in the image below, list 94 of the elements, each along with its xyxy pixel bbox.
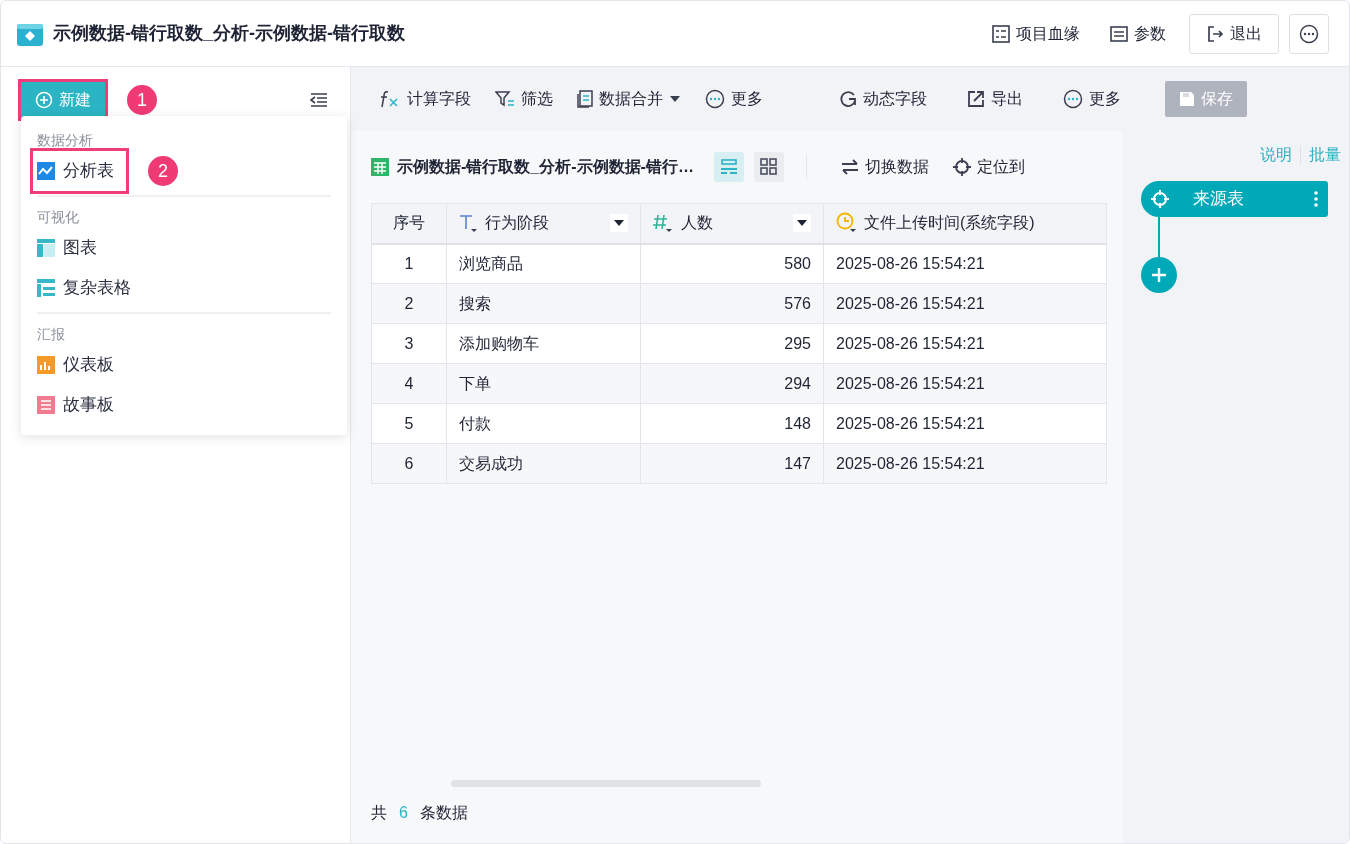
table-cell: 576 xyxy=(640,283,824,324)
dropdown-button[interactable] xyxy=(793,214,811,233)
spreadsheet-icon xyxy=(371,158,389,176)
grid-icon xyxy=(759,158,778,176)
menu-item[interactable]: 图表 xyxy=(37,228,97,268)
view-toggle[interactable] xyxy=(753,152,784,182)
table-cell: 2025-08-26 15:54:21 xyxy=(823,323,1107,364)
header-button[interactable]: 项目血缘 xyxy=(977,13,1095,54)
document-icon xyxy=(37,396,55,414)
add-node-button[interactable] xyxy=(1141,257,1177,293)
table-icon xyxy=(37,279,55,297)
table-cell: 5 xyxy=(371,403,447,444)
table-cell: 浏览商品 xyxy=(446,243,641,284)
table-cell: 交易成功 xyxy=(446,443,641,484)
total-label: 条数据 xyxy=(419,803,468,823)
dataset-title: 示例数据-错行取数_分析-示例数据-错行… xyxy=(397,157,694,177)
table-cell: 2 xyxy=(371,283,447,324)
more-button[interactable] xyxy=(1289,13,1329,54)
kebab-icon xyxy=(1314,191,1318,207)
column-header: 行为阶段 xyxy=(485,213,549,234)
toolbar-button[interactable]: 动态字段 xyxy=(827,87,939,111)
table-cell: 2025-08-26 15:54:21 xyxy=(823,243,1107,284)
caret-icon xyxy=(614,220,624,227)
function-icon xyxy=(379,90,401,108)
number-type-icon xyxy=(653,213,675,234)
more-icon xyxy=(1299,23,1319,44)
step-number-marker: 2 xyxy=(148,156,178,186)
total-count: 6 xyxy=(399,803,408,823)
toolbar-button[interactable]: 筛选 xyxy=(483,87,565,111)
table-cell: 6 xyxy=(371,443,447,484)
table-cell: 添加购物车 xyxy=(446,323,641,364)
caret-icon xyxy=(669,95,681,103)
table-cell: 2025-08-26 15:54:21 xyxy=(823,363,1107,404)
save-button: 保存 xyxy=(1165,81,1247,117)
table-cell: 2025-08-26 15:54:21 xyxy=(823,403,1107,444)
table-cell: 搜索 xyxy=(446,283,641,324)
exit-button[interactable]: 退出 xyxy=(1189,13,1279,54)
table-cell: 下单 xyxy=(446,363,641,404)
table-cell: 1 xyxy=(371,243,447,284)
line-chart-icon xyxy=(37,162,55,180)
toolbar-button[interactable]: 更多 xyxy=(693,87,775,111)
menu-group-title: 数据分析 xyxy=(37,131,94,150)
toolbar-button[interactable]: 更多 xyxy=(1051,87,1133,111)
toolbar-button[interactable]: 切换数据 xyxy=(828,155,941,179)
export-icon xyxy=(967,90,985,108)
toolbar-button[interactable]: 计算字段 xyxy=(367,87,483,111)
swap-icon xyxy=(840,159,859,175)
menu-item[interactable]: 故事板 xyxy=(37,385,114,425)
column-header: 序号 xyxy=(371,203,447,244)
dashboard-icon xyxy=(37,356,55,374)
column-header: 文件上传时间(系统字段) xyxy=(864,213,1035,234)
column-header: 人数 xyxy=(681,213,713,234)
list-icon xyxy=(992,24,1010,43)
clock-icon xyxy=(836,212,858,235)
table-cell: 580 xyxy=(640,243,824,284)
refresh-icon xyxy=(839,90,857,108)
toolbar-button[interactable]: 定位到 xyxy=(940,155,1037,179)
toolbar-button[interactable]: 导出 xyxy=(955,87,1035,111)
table-cell: 3 xyxy=(371,323,447,364)
total-label: 共 xyxy=(371,803,387,823)
menu-item[interactable]: 仪表板 xyxy=(37,345,114,385)
menu-item[interactable]: 分析表 xyxy=(33,151,126,191)
table-cell: 2025-08-26 15:54:21 xyxy=(823,283,1107,324)
dropdown-button[interactable] xyxy=(610,214,628,233)
table-cell: 2025-08-26 15:54:21 xyxy=(823,443,1107,484)
table-cell: 148 xyxy=(640,403,824,444)
layout-icon xyxy=(37,239,55,257)
caret-icon xyxy=(797,220,807,227)
rows-icon xyxy=(719,158,738,176)
document-icon xyxy=(577,90,593,108)
menu-group-title: 可视化 xyxy=(37,208,80,227)
text-type-icon xyxy=(459,213,479,234)
crosshair-icon xyxy=(952,158,971,176)
table-cell: 付款 xyxy=(446,403,641,444)
step-number-marker: 1 xyxy=(127,85,157,115)
page-title: 示例数据-错行取数_分析-示例数据-错行取数 xyxy=(53,22,405,45)
menu-group-title: 汇报 xyxy=(37,325,66,344)
plus-icon xyxy=(1151,267,1167,283)
app-logo-icon xyxy=(17,21,43,46)
table-cell: 294 xyxy=(640,363,824,404)
collapse-icon[interactable] xyxy=(310,92,328,108)
table-cell: 4 xyxy=(371,363,447,404)
table-cell: 147 xyxy=(640,443,824,484)
table-cell: 295 xyxy=(640,323,824,364)
more-icon xyxy=(705,89,725,109)
header-button[interactable]: 参数 xyxy=(1095,13,1181,54)
crosshair-icon xyxy=(1151,190,1169,208)
view-toggle[interactable] xyxy=(713,152,744,182)
menu-item[interactable]: 复杂表格 xyxy=(37,268,131,308)
plus-circle-icon xyxy=(35,91,53,109)
more-icon xyxy=(1063,89,1083,109)
filter-icon xyxy=(495,90,515,108)
exit-icon xyxy=(1206,24,1224,43)
toolbar-button[interactable]: 数据合并 xyxy=(565,87,693,111)
